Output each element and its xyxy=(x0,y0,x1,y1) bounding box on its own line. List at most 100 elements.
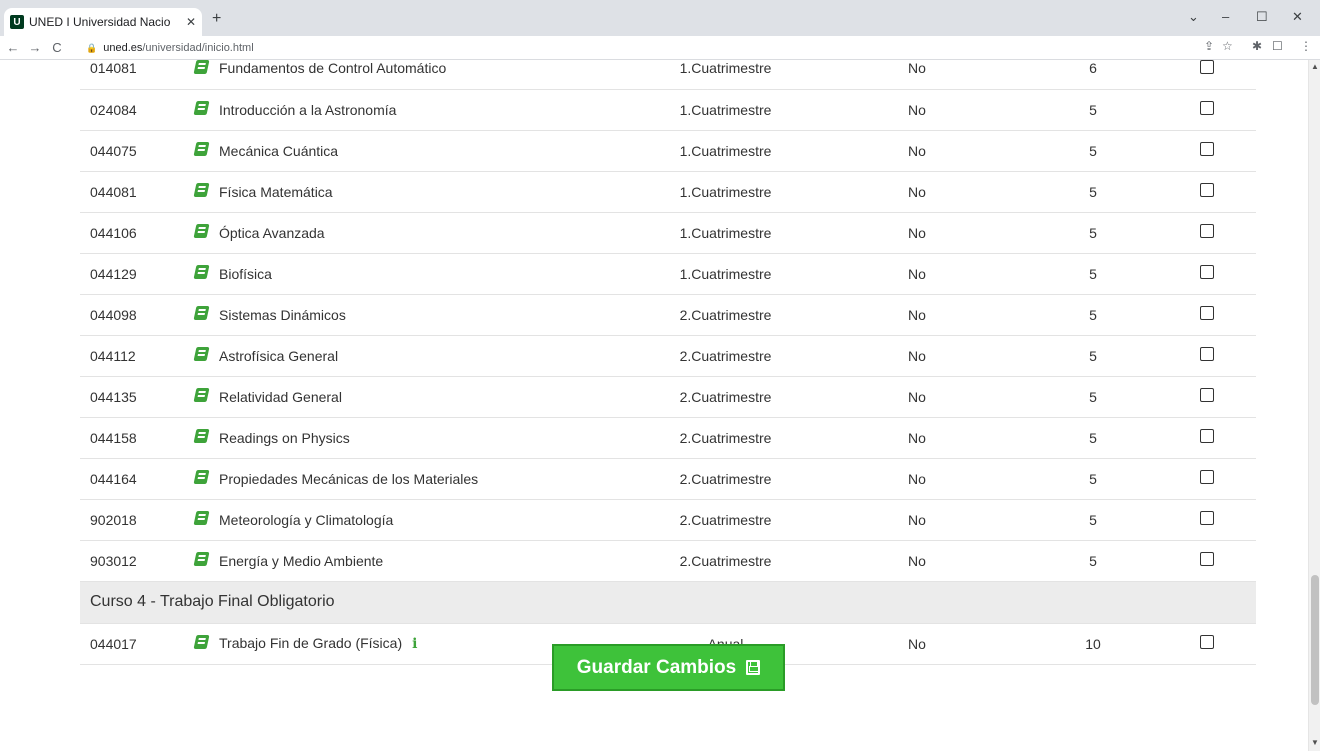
book-icon[interactable] xyxy=(193,224,209,238)
page-scrollbar[interactable]: ▲ ▼ xyxy=(1308,60,1320,751)
tab-close-icon[interactable]: ✕ xyxy=(186,15,196,29)
course-name: Readings on Physics xyxy=(219,417,645,459)
course-credits: 5 xyxy=(1028,212,1158,254)
browser-menu-icon[interactable]: ⋮ xyxy=(1300,39,1312,53)
table-row: 044129 Biofísica 1.Cuatrimestre No 5 xyxy=(80,253,1256,295)
course-guide-link[interactable] xyxy=(183,623,219,665)
table-row: 014081 Fundamentos de Control Automático… xyxy=(80,60,1256,90)
side-panel-icon[interactable]: ☐ xyxy=(1272,39,1283,53)
select-checkbox[interactable] xyxy=(1200,511,1214,525)
course-code: 903012 xyxy=(80,540,183,582)
minimize-icon[interactable]: – xyxy=(1222,9,1229,24)
scroll-down-icon[interactable]: ▼ xyxy=(1311,738,1319,747)
select-checkbox[interactable] xyxy=(1200,635,1214,649)
select-checkbox[interactable] xyxy=(1200,470,1214,484)
course-guide-link[interactable] xyxy=(183,253,219,295)
tab-search-icon[interactable]: ⌄ xyxy=(1188,9,1199,25)
book-icon[interactable] xyxy=(193,183,209,197)
course-guide-link[interactable] xyxy=(183,130,219,172)
course-guide-link[interactable] xyxy=(183,417,219,459)
course-name: Biofísica xyxy=(219,253,645,295)
book-icon[interactable] xyxy=(193,552,209,566)
table-row: 044158 Readings on Physics 2.Cuatrimestr… xyxy=(80,417,1256,459)
browser-tab[interactable]: U UNED I Universidad Nacio ✕ xyxy=(4,8,202,36)
maximize-icon[interactable]: ☐ xyxy=(1256,9,1268,25)
table-row: 044112 Astrofísica General 2.Cuatrimestr… xyxy=(80,335,1256,377)
course-optional: No xyxy=(806,212,1028,254)
course-code: 044098 xyxy=(80,294,183,336)
reload-icon[interactable]: C xyxy=(46,40,68,55)
course-guide-link[interactable] xyxy=(183,60,219,90)
select-checkbox[interactable] xyxy=(1200,306,1214,320)
course-name: Introducción a la Astronomía xyxy=(219,89,645,131)
course-guide-link[interactable] xyxy=(183,376,219,418)
back-icon[interactable]: ← xyxy=(2,40,24,55)
course-name: Energía y Medio Ambiente xyxy=(219,540,645,582)
course-credits: 5 xyxy=(1028,335,1158,377)
course-optional: No xyxy=(806,89,1028,131)
book-icon[interactable] xyxy=(193,101,209,115)
book-icon[interactable] xyxy=(193,511,209,525)
select-checkbox[interactable] xyxy=(1200,224,1214,238)
book-icon[interactable] xyxy=(193,60,209,74)
select-cell xyxy=(1158,89,1256,131)
select-checkbox[interactable] xyxy=(1200,388,1214,402)
course-optional: No xyxy=(806,253,1028,295)
book-icon[interactable] xyxy=(193,142,209,156)
course-name: Sistemas Dinámicos xyxy=(219,294,645,336)
course-name: Óptica Avanzada xyxy=(219,212,645,254)
course-guide-link[interactable] xyxy=(183,335,219,377)
address-bar[interactable]: 🔒 uned.es/universidad/inicio.html xyxy=(86,38,1186,58)
course-code: 044129 xyxy=(80,253,183,295)
section-row: Curso 4 - Trabajo Final Obligatorio xyxy=(80,581,1256,624)
book-icon[interactable] xyxy=(193,306,209,320)
select-checkbox[interactable] xyxy=(1200,183,1214,197)
book-icon[interactable] xyxy=(193,429,209,443)
course-guide-link[interactable] xyxy=(183,499,219,541)
save-changes-button[interactable]: Guardar Cambios xyxy=(552,644,785,691)
close-window-icon[interactable]: ✕ xyxy=(1292,9,1303,25)
course-code: 044075 xyxy=(80,130,183,172)
forward-icon[interactable]: → xyxy=(24,40,46,55)
course-guide-link[interactable] xyxy=(183,171,219,213)
book-icon[interactable] xyxy=(193,388,209,402)
course-guide-link[interactable] xyxy=(183,458,219,500)
select-checkbox[interactable] xyxy=(1200,347,1214,361)
select-checkbox[interactable] xyxy=(1200,101,1214,115)
scroll-up-icon[interactable]: ▲ xyxy=(1311,62,1319,71)
course-code: 044106 xyxy=(80,212,183,254)
course-period: 1.Cuatrimestre xyxy=(645,212,806,254)
new-tab-icon[interactable]: + xyxy=(212,10,221,28)
book-icon[interactable] xyxy=(193,265,209,279)
course-guide-link[interactable] xyxy=(183,89,219,131)
extensions-icon[interactable]: ✱ xyxy=(1252,39,1262,53)
course-name: Mecánica Cuántica xyxy=(219,130,645,172)
select-checkbox[interactable] xyxy=(1200,552,1214,566)
select-cell xyxy=(1158,212,1256,254)
select-checkbox[interactable] xyxy=(1200,429,1214,443)
tab-title: UNED I Universidad Nacio xyxy=(29,15,171,29)
book-icon[interactable] xyxy=(193,347,209,361)
course-optional: No xyxy=(806,458,1028,500)
select-cell xyxy=(1158,376,1256,418)
info-icon[interactable]: i xyxy=(412,636,417,652)
course-optional: No xyxy=(806,499,1028,541)
url-path: /universidad/inicio.html xyxy=(142,42,254,54)
select-checkbox[interactable] xyxy=(1200,60,1214,74)
select-checkbox[interactable] xyxy=(1200,142,1214,156)
table-row: 044075 Mecánica Cuántica 1.Cuatrimestre … xyxy=(80,130,1256,172)
scrollbar-thumb[interactable] xyxy=(1311,575,1319,705)
course-guide-link[interactable] xyxy=(183,540,219,582)
course-guide-link[interactable] xyxy=(183,212,219,254)
book-icon[interactable] xyxy=(193,470,209,484)
table-row: 044135 Relatividad General 2.Cuatrimestr… xyxy=(80,376,1256,418)
select-cell xyxy=(1158,171,1256,213)
course-period: 2.Cuatrimestre xyxy=(645,540,806,582)
course-credits: 5 xyxy=(1028,171,1158,213)
course-period: 2.Cuatrimestre xyxy=(645,294,806,336)
book-icon[interactable] xyxy=(193,635,209,649)
select-checkbox[interactable] xyxy=(1200,265,1214,279)
bookmark-star-icon[interactable]: ☆ xyxy=(1222,39,1233,53)
course-guide-link[interactable] xyxy=(183,294,219,336)
share-icon[interactable]: ⇪ xyxy=(1204,39,1214,53)
